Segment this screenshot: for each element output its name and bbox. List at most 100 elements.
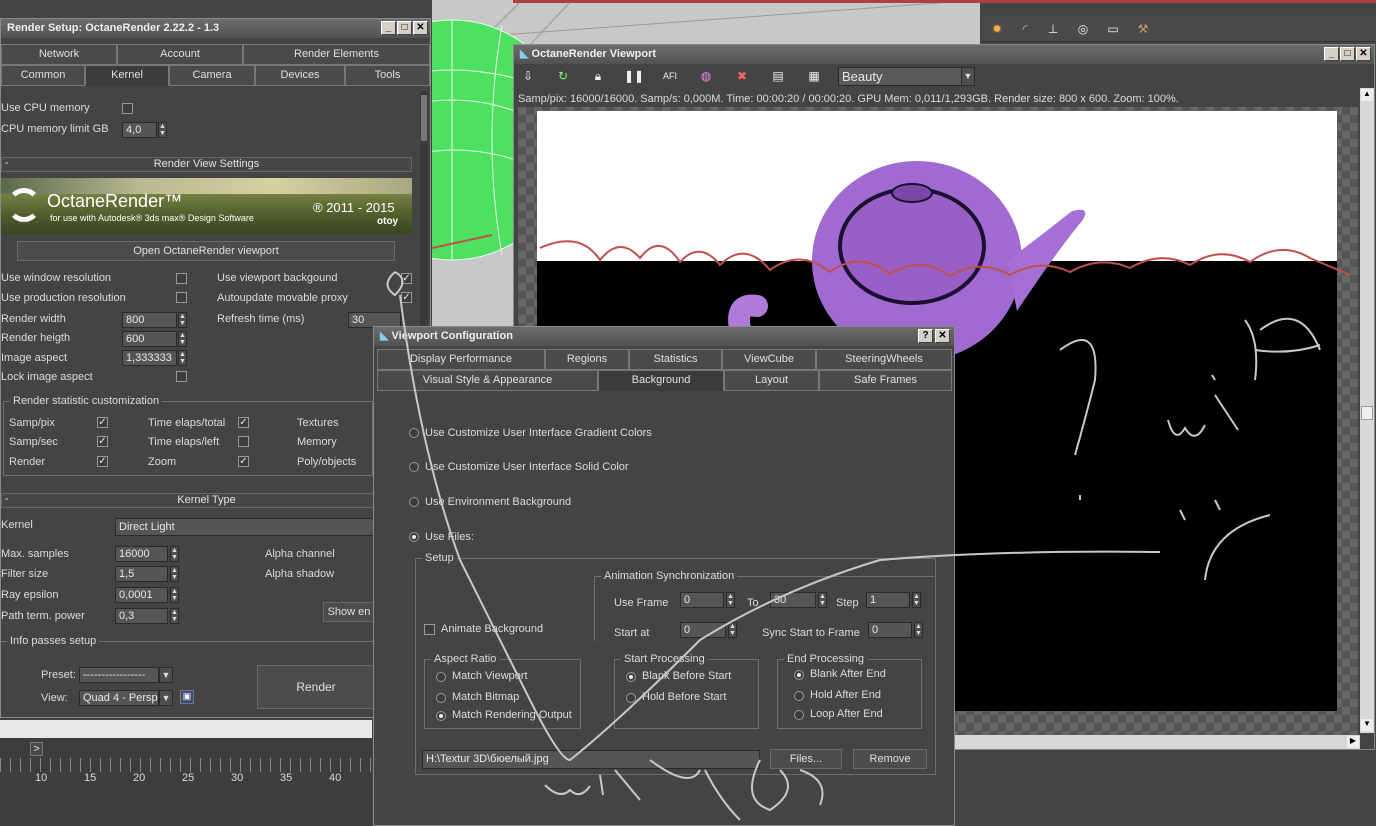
stat-samp-sec-checkbox[interactable]: ✓ (97, 436, 108, 447)
curve-icon[interactable]: ◜ (1014, 19, 1036, 39)
preset-select[interactable]: ----------------- (79, 667, 159, 683)
files-button[interactable]: Files... (770, 749, 842, 769)
close-button[interactable]: ✕ (1356, 47, 1371, 61)
use-frame-spinner[interactable]: ▲ ▼ (726, 592, 735, 608)
open-viewport-button[interactable]: Open OctaneRender viewport (17, 241, 395, 261)
maximize-button[interactable]: □ (397, 21, 412, 35)
hold-after-radio[interactable] (794, 691, 804, 701)
match-bitmap-radio[interactable] (436, 693, 446, 703)
use-frame-field[interactable]: 0 (680, 592, 724, 608)
animate-bg-checkbox[interactable] (424, 624, 435, 635)
pass-dropdown-icon[interactable]: ▼ (961, 67, 975, 86)
render-height-spinner[interactable]: ▲ ▼ (178, 331, 187, 347)
start-at-field[interactable]: 0 (680, 622, 726, 638)
tab-visual-style[interactable]: Visual Style & Appearance (377, 370, 598, 391)
tab-network[interactable]: Network (1, 44, 117, 65)
image-aspect-spinner[interactable]: ▲ ▼ (178, 350, 187, 366)
step-field[interactable]: 1 (866, 592, 910, 608)
tab-camera[interactable]: Camera (169, 65, 255, 86)
use-cpu-memory-checkbox[interactable] (122, 103, 133, 114)
tab-common[interactable]: Common (1, 65, 85, 86)
start-at-spinner[interactable]: ▲ ▼ (728, 622, 737, 638)
collapse-icon[interactable]: - (5, 493, 9, 505)
blank-before-radio[interactable] (626, 672, 636, 682)
motion-icon[interactable]: ◎ (1072, 19, 1094, 39)
tab-steeringwheels[interactable]: SteeringWheels (816, 349, 952, 370)
tab-layout[interactable]: Layout (724, 370, 819, 391)
tab-tools[interactable]: Tools (345, 65, 430, 86)
view-select[interactable]: Quad 4 - Perspe (79, 690, 159, 706)
tab-kernel[interactable]: Kernel (85, 65, 169, 86)
tab-regions[interactable]: Regions (545, 349, 629, 370)
to-spinner[interactable]: ▲ ▼ (818, 592, 827, 608)
hold-before-radio[interactable] (626, 693, 636, 703)
collapse-icon[interactable]: - (5, 157, 9, 169)
stat-time-left-checkbox[interactable] (238, 436, 249, 447)
render-height-field[interactable]: 600 (122, 331, 177, 347)
use-production-res-checkbox[interactable] (176, 292, 187, 303)
tab-devices[interactable]: Devices (255, 65, 345, 86)
render-icon[interactable]: ✹ (986, 19, 1008, 39)
path-term-field[interactable]: 0,3 (115, 608, 168, 624)
save-icon[interactable]: ⇩ (517, 66, 539, 86)
max-samples-field[interactable]: 16000 (115, 546, 168, 562)
cpu-mem-spinner[interactable]: ▲ ▼ (158, 122, 167, 138)
region-icon[interactable]: ▤ (767, 66, 789, 86)
remove-button[interactable]: Remove (853, 749, 927, 769)
filter-field[interactable]: 1,5 (115, 566, 168, 582)
lock-icon[interactable]: 🔒︎ (587, 66, 609, 86)
display-icon[interactable]: ▭ (1102, 19, 1124, 39)
use-viewport-bg-checkbox[interactable]: ✓ (401, 273, 412, 284)
match-viewport-radio[interactable] (436, 672, 446, 682)
help-button[interactable]: ? (918, 329, 933, 343)
opt-gradient-radio[interactable] (409, 428, 419, 438)
file-path-field[interactable]: H:\Textur 3D\бюелый.jpg (422, 750, 760, 769)
to-field[interactable]: 30 (770, 592, 816, 608)
render-width-field[interactable]: 800 (122, 312, 177, 328)
ray-eps-field[interactable]: 0,0001 (115, 587, 168, 603)
render-width-spinner[interactable]: ▲ ▼ (178, 312, 187, 328)
lock-icon[interactable]: ▣ (180, 690, 194, 704)
filter-spinner[interactable]: ▲ ▼ (170, 566, 179, 582)
stat-samp-pix-checkbox[interactable]: ✓ (97, 417, 108, 428)
max-samples-spinner[interactable]: ▲ ▼ (170, 546, 179, 562)
image-aspect-field[interactable]: 1,333333 (122, 350, 177, 366)
utilities-icon[interactable]: ⚒ (1132, 19, 1154, 39)
step-spinner[interactable]: ▲ ▼ (912, 592, 921, 608)
viewport-vscroll[interactable]: ▲ ▼ (1360, 88, 1374, 733)
tab-background[interactable]: Background (598, 370, 724, 391)
tab-render-elements[interactable]: Render Elements (243, 44, 430, 65)
settings-icon[interactable]: ▦ (803, 66, 825, 86)
close-button[interactable]: ✕ (413, 21, 428, 35)
clear-icon[interactable]: ✖ (731, 66, 753, 86)
view-dropdown-icon[interactable]: ▼ (159, 690, 173, 706)
minimize-button[interactable]: _ (1324, 47, 1339, 61)
stat-render-checkbox[interactable]: ✓ (97, 456, 108, 467)
sync-field[interactable]: 0 (868, 622, 912, 638)
stat-zoom-checkbox[interactable]: ✓ (238, 456, 249, 467)
opt-files-radio[interactable] (409, 532, 419, 542)
show-button[interactable]: Show en (323, 602, 375, 622)
tab-account[interactable]: Account (117, 44, 243, 65)
path-term-spinner[interactable]: ▲ ▼ (170, 608, 179, 624)
kernel-select[interactable]: Direct Light (115, 518, 375, 536)
opt-solid-radio[interactable] (409, 462, 419, 472)
opt-env-radio[interactable] (409, 497, 419, 507)
timeline[interactable]: > 10 15 20 25 30 35 40 (0, 718, 372, 826)
blank-after-radio[interactable] (794, 670, 804, 680)
pass-select[interactable]: Beauty (838, 67, 962, 86)
timeline-nav-button[interactable]: > (30, 742, 43, 756)
minimize-button[interactable]: _ (381, 21, 396, 35)
autofocus-icon[interactable]: AFI (659, 66, 681, 86)
sync-spinner[interactable]: ▲ ▼ (914, 622, 923, 638)
pause-icon[interactable]: ❚❚ (623, 66, 645, 86)
tab-display-performance[interactable]: Display Performance (377, 349, 545, 370)
cpu-mem-field[interactable]: 4,0 (122, 122, 157, 138)
tab-viewcube[interactable]: ViewCube (722, 349, 816, 370)
refresh-icon[interactable]: ↻ (552, 66, 574, 86)
rvs-header[interactable]: Render View Settings (1, 157, 412, 172)
stat-time-total-checkbox[interactable]: ✓ (238, 417, 249, 428)
tab-statistics[interactable]: Statistics (629, 349, 722, 370)
ray-eps-spinner[interactable]: ▲ ▼ (170, 587, 179, 603)
tab-safe-frames[interactable]: Safe Frames (819, 370, 952, 391)
